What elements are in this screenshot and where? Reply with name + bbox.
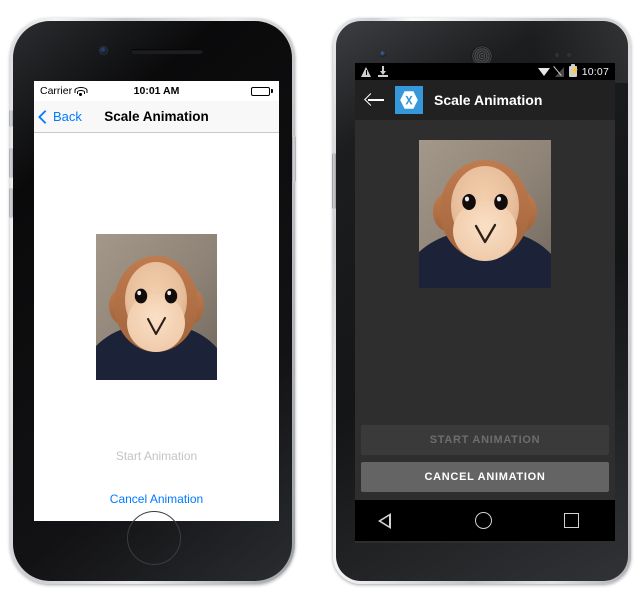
home-button[interactable] xyxy=(126,511,181,565)
start-animation-button[interactable]: START ANIMATION xyxy=(361,425,609,455)
chevron-left-icon xyxy=(37,109,53,124)
iphone-bezel: Carrier 10:01 AM Back Scale Animation St… xyxy=(13,21,292,581)
monkey-photo-icon xyxy=(419,140,551,288)
arrow-back-icon[interactable] xyxy=(364,92,384,108)
wifi-icon xyxy=(537,67,550,76)
android-screen: 10:07 Scale Animation xyxy=(355,63,615,543)
power-button[interactable] xyxy=(292,136,296,182)
android-navigation-bar xyxy=(355,500,615,541)
nav-home-circle-icon[interactable] xyxy=(475,512,493,529)
proximity-sensors-icon xyxy=(555,53,583,57)
download-icon xyxy=(378,66,388,77)
ios-clock: 10:01 AM xyxy=(133,85,180,97)
warning-triangle-icon xyxy=(361,66,372,77)
android-action-buttons: START ANIMATION CANCEL ANIMATION xyxy=(355,425,615,500)
screenshot-canvas: Carrier 10:01 AM Back Scale Animation St… xyxy=(0,0,643,600)
cancel-animation-button[interactable]: Cancel Animation xyxy=(34,488,279,510)
android-status-bar: 10:07 xyxy=(355,63,615,80)
volume-down-button[interactable] xyxy=(9,188,13,218)
iphone-screen: Carrier 10:01 AM Back Scale Animation St… xyxy=(34,81,279,521)
front-camera-icon xyxy=(99,47,107,54)
volume-up-button[interactable] xyxy=(9,148,13,178)
volume-rocker-button[interactable] xyxy=(332,153,336,209)
monkey-image xyxy=(96,234,217,380)
status-right-icons: 10:07 xyxy=(537,64,609,78)
ios-status-bar: Carrier 10:01 AM xyxy=(34,81,279,101)
monkey-image xyxy=(419,140,551,288)
nav-back-triangle-icon[interactable] xyxy=(377,512,404,529)
status-left-icons xyxy=(361,66,388,77)
signal-off-icon xyxy=(554,66,564,77)
earpiece-speaker-icon xyxy=(130,49,203,54)
battery-icon xyxy=(251,86,273,96)
xamarin-logo-icon xyxy=(395,86,423,114)
page-title: Scale Animation xyxy=(434,92,543,108)
ios-action-buttons: Start Animation Cancel Animation xyxy=(34,445,279,520)
back-button-label: Back xyxy=(53,109,82,124)
android-action-bar: Scale Animation xyxy=(355,80,615,120)
cancel-animation-button[interactable]: CANCEL ANIMATION xyxy=(361,462,609,492)
iphone-device-frame: Carrier 10:01 AM Back Scale Animation St… xyxy=(9,18,296,584)
android-content-area: START ANIMATION CANCEL ANIMATION xyxy=(355,120,615,500)
iphone-top-bezel xyxy=(13,21,292,81)
monkey-photo-icon xyxy=(96,234,217,380)
android-device-frame: 10:07 Scale Animation xyxy=(332,18,631,584)
back-button[interactable]: Back xyxy=(37,109,82,124)
start-animation-button[interactable]: Start Animation xyxy=(34,445,279,467)
android-bezel: 10:07 Scale Animation xyxy=(336,21,628,581)
mute-switch[interactable] xyxy=(9,110,13,127)
nav-recents-square-icon[interactable] xyxy=(564,513,580,528)
ios-navigation-bar: Back Scale Animation xyxy=(34,101,279,133)
front-camera-icon xyxy=(380,51,386,57)
android-clock: 10:07 xyxy=(581,65,609,78)
battery-charging-icon xyxy=(568,64,577,77)
ios-content-area: Start Animation Cancel Animation xyxy=(34,133,279,520)
